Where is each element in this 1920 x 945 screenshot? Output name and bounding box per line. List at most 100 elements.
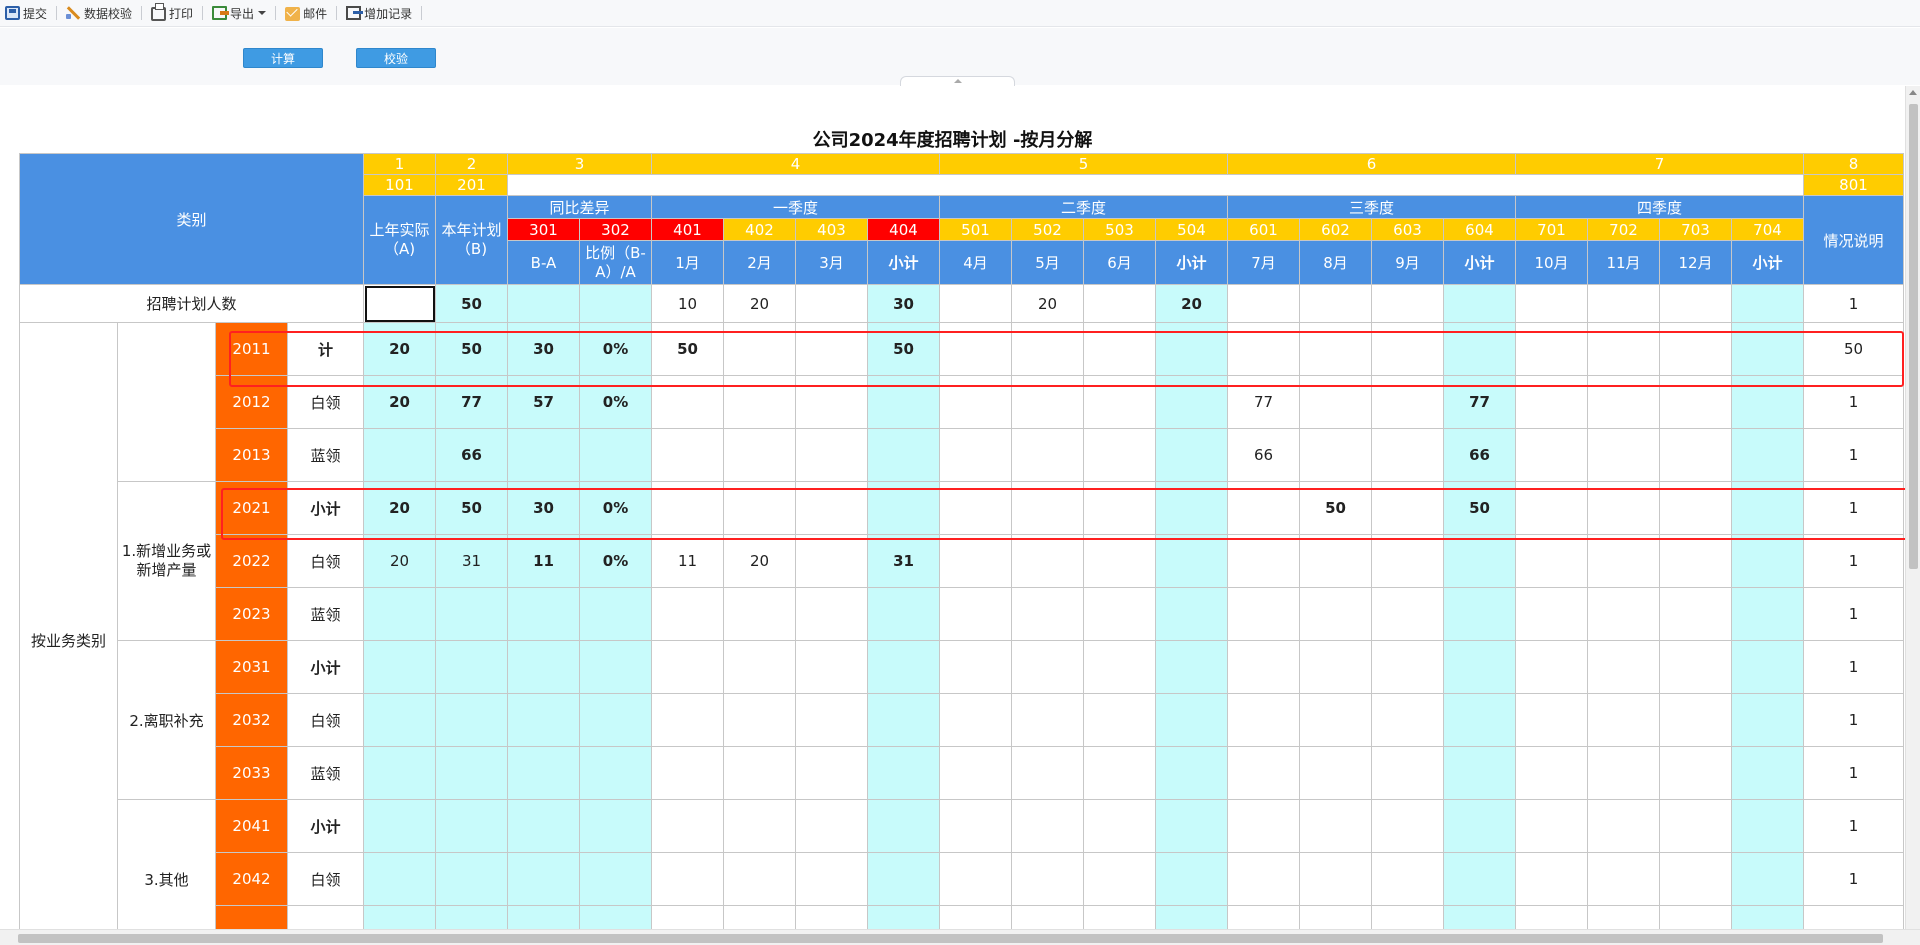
cell[interactable]: 1 [1803,428,1904,482]
cell[interactable] [651,693,724,747]
cell[interactable] [939,428,1012,482]
cell[interactable] [1515,799,1588,853]
cell[interactable] [1227,284,1300,323]
cell[interactable] [1155,799,1228,853]
cell[interactable] [651,640,724,694]
cell[interactable]: 20 [723,284,796,323]
cell[interactable] [1011,905,1084,929]
cell[interactable]: 1 [1803,640,1904,694]
cell[interactable] [507,852,580,906]
cell[interactable] [507,746,580,800]
cell[interactable]: 31 [435,534,508,588]
cell[interactable] [1587,905,1660,929]
cell[interactable] [435,852,508,906]
cell[interactable] [1659,587,1732,641]
cell[interactable] [795,746,868,800]
cell[interactable] [939,693,1012,747]
cell[interactable] [1731,428,1804,482]
horizontal-scrollbar[interactable] [0,929,1920,945]
cell[interactable] [723,428,796,482]
cell[interactable] [363,284,436,323]
cell[interactable] [579,852,652,906]
cell[interactable] [1011,587,1084,641]
cell[interactable] [1371,746,1444,800]
cell[interactable] [867,746,940,800]
cell[interactable] [1587,428,1660,482]
cell[interactable] [1155,852,1228,906]
cell[interactable] [1083,746,1156,800]
cell[interactable] [363,746,436,800]
cell[interactable] [867,852,940,906]
cell[interactable] [1587,693,1660,747]
cell[interactable] [1227,534,1300,588]
cell[interactable] [939,534,1012,588]
cell[interactable] [363,693,436,747]
cell[interactable] [939,799,1012,853]
cell[interactable] [1371,534,1444,588]
cell[interactable] [723,693,796,747]
cell[interactable] [1011,746,1084,800]
cell[interactable] [1731,905,1804,929]
cell[interactable] [867,905,940,929]
cell[interactable] [1011,534,1084,588]
cell[interactable] [651,428,724,482]
cell[interactable] [1515,284,1588,323]
cell[interactable] [579,746,652,800]
cell[interactable]: 31 [867,534,940,588]
cell[interactable]: 1 [1803,852,1904,906]
cell[interactable] [1299,905,1372,929]
cell[interactable] [795,640,868,694]
cell[interactable] [1299,852,1372,906]
cell[interactable] [1659,799,1732,853]
vertical-scroll-thumb[interactable] [1909,104,1918,569]
cell[interactable] [579,693,652,747]
cell[interactable] [1443,852,1516,906]
cell[interactable] [1227,799,1300,853]
cell[interactable] [939,852,1012,906]
cell[interactable] [1371,428,1444,482]
cell[interactable]: 50 [435,284,508,323]
cell[interactable] [1083,799,1156,853]
cell[interactable] [435,693,508,747]
cell[interactable] [1659,284,1732,323]
cell[interactable] [795,799,868,853]
cell[interactable] [795,534,868,588]
cell[interactable] [1659,640,1732,694]
cell[interactable] [1587,799,1660,853]
cell[interactable] [1587,746,1660,800]
cell[interactable]: 10 [651,284,724,323]
cell[interactable] [651,905,724,929]
cell[interactable] [1299,640,1372,694]
cell[interactable] [1371,693,1444,747]
cell[interactable] [1155,693,1228,747]
cell[interactable]: 1 [1803,284,1904,323]
cell[interactable] [795,284,868,323]
cell[interactable] [1299,284,1372,323]
cell[interactable] [1731,534,1804,588]
calculate-button[interactable]: 计算 [243,48,323,68]
cell[interactable] [651,799,724,853]
cell[interactable] [1227,693,1300,747]
cell[interactable] [1011,428,1084,482]
cell[interactable] [1371,799,1444,853]
cell[interactable] [1731,284,1804,323]
scroll-up-icon[interactable] [1909,90,1917,95]
cell[interactable] [867,640,940,694]
cell[interactable] [1731,693,1804,747]
cell[interactable] [363,640,436,694]
cell[interactable]: 1 [1803,799,1904,853]
cell[interactable]: 66 [1227,428,1300,482]
cell[interactable] [579,428,652,482]
cell[interactable]: 1 [1803,693,1904,747]
cell[interactable] [1515,905,1588,929]
cell[interactable] [363,799,436,853]
submit-button[interactable]: 提交 [2,2,50,24]
cell[interactable] [1083,640,1156,694]
cell[interactable] [1083,284,1156,323]
cell[interactable] [1011,693,1084,747]
cell[interactable] [1587,534,1660,588]
cell[interactable] [1659,534,1732,588]
cell[interactable] [723,640,796,694]
cell[interactable] [939,905,1012,929]
cell[interactable] [1083,852,1156,906]
